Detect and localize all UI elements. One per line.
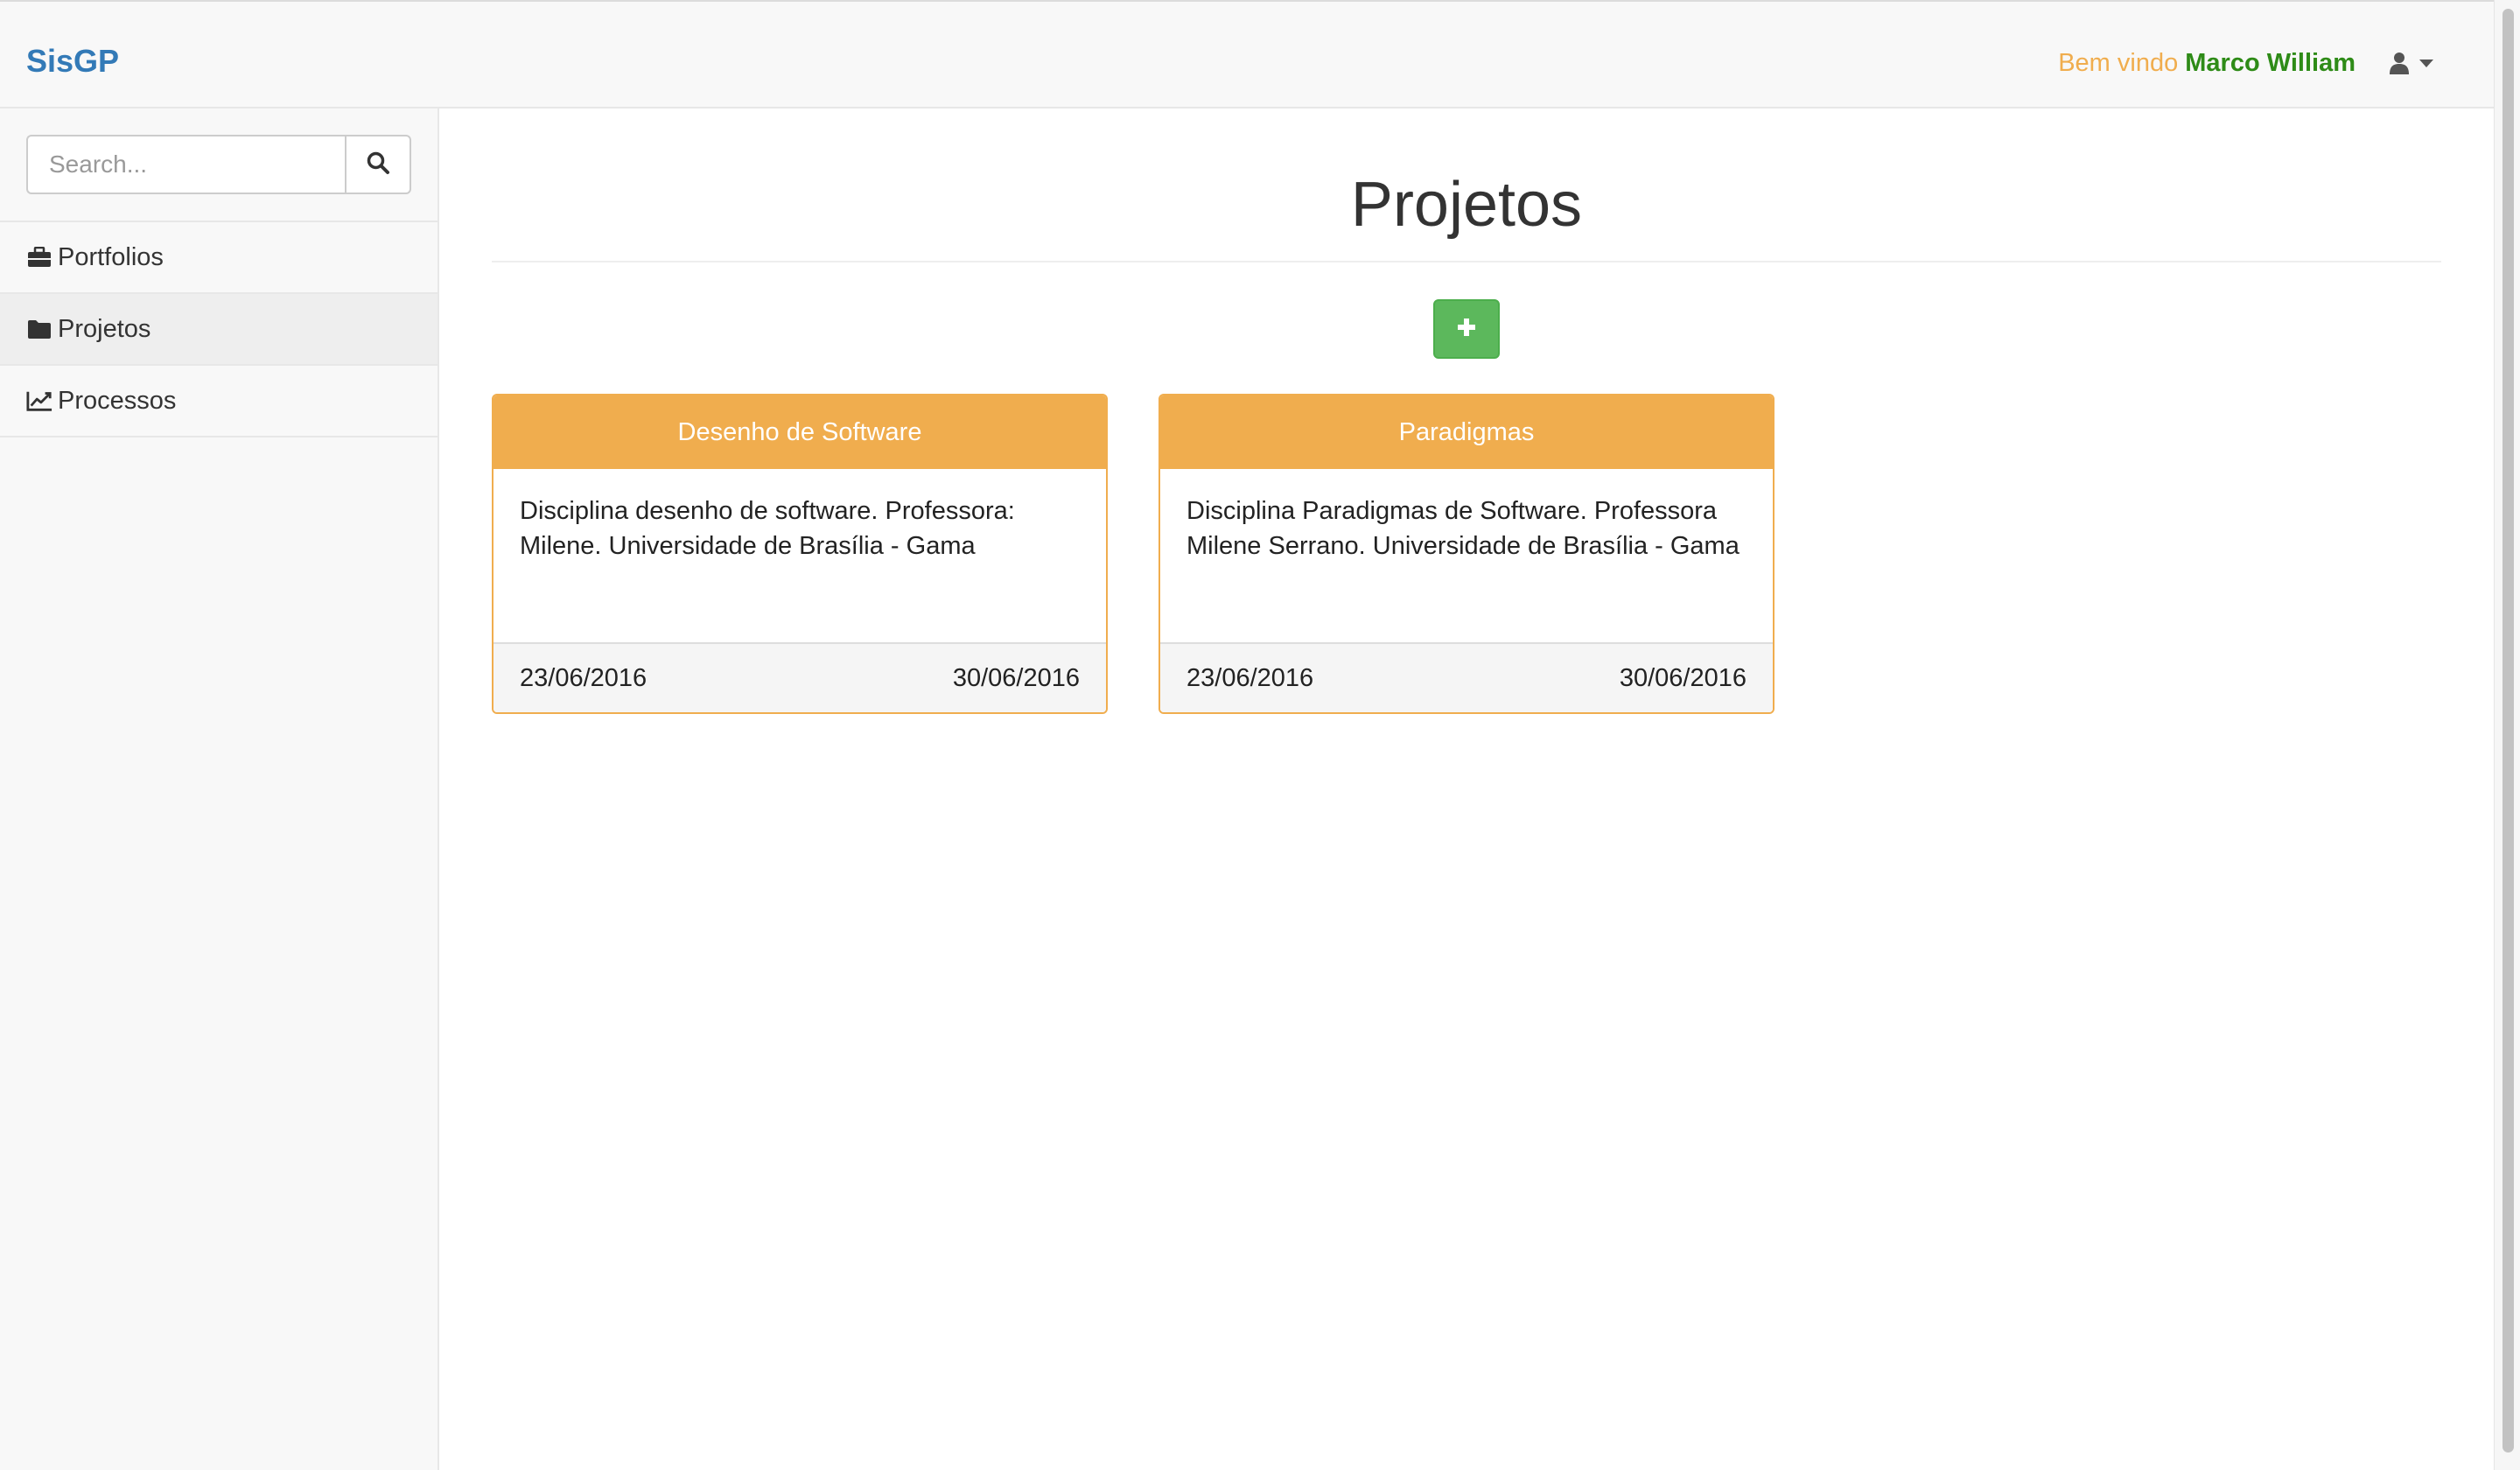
- line-chart-icon: [26, 388, 52, 414]
- sidebar: Portfolios Projetos Processos: [0, 108, 439, 1470]
- add-project-button[interactable]: [1433, 299, 1500, 359]
- caret-down-icon: [2418, 57, 2434, 73]
- plus-icon: [1456, 317, 1477, 342]
- page-title: Projetos: [1350, 170, 1583, 240]
- top-navbar: SisGP Bem vindo Marco William: [0, 0, 2494, 108]
- sidebar-item-projetos[interactable]: Projetos: [0, 294, 438, 366]
- sidebar-item-label: Portfolios: [58, 242, 164, 271]
- project-card-title: Desenho de Software: [494, 396, 1106, 469]
- project-card[interactable]: Paradigmas Disciplina Paradigmas de Soft…: [1158, 394, 1774, 714]
- welcome-text: Bem vindo: [2058, 49, 2179, 77]
- sidebar-item-label: Projetos: [58, 314, 151, 343]
- project-card[interactable]: Desenho de Software Disciplina desenho d…: [492, 394, 1108, 714]
- brand-link[interactable]: SisGP: [26, 44, 119, 79]
- search-input[interactable]: [26, 135, 345, 194]
- project-card-title: Paradigmas: [1160, 396, 1773, 469]
- sidebar-item-processos[interactable]: Processos: [0, 366, 438, 438]
- project-end-date: 30/06/2016: [1619, 663, 1746, 692]
- sidebar-item-portfolios[interactable]: Portfolios: [0, 222, 438, 294]
- briefcase-icon: [26, 244, 52, 270]
- user-menu-dropdown[interactable]: [2389, 47, 2441, 82]
- project-start-date: 23/06/2016: [520, 663, 648, 692]
- title-divider: [492, 261, 2441, 262]
- search-icon: [366, 150, 390, 179]
- project-card-description: Disciplina Paradigmas de Software. Profe…: [1186, 497, 1740, 560]
- folder-icon: [26, 316, 52, 342]
- sidebar-item-label: Processos: [58, 386, 177, 415]
- user-name: Marco William: [2185, 49, 2356, 77]
- project-card-description: Disciplina desenho de software. Professo…: [520, 497, 1015, 560]
- search-button[interactable]: [345, 135, 411, 194]
- project-card-footer: 23/06/2016 30/06/2016: [494, 642, 1106, 712]
- user-icon: [2389, 52, 2410, 79]
- project-start-date: 23/06/2016: [1186, 663, 1314, 692]
- scrollbar-thumb[interactable]: [2502, 9, 2514, 1452]
- project-card-footer: 23/06/2016 30/06/2016: [1160, 642, 1773, 712]
- vertical-scrollbar[interactable]: [2494, 0, 2520, 1470]
- main-content: Projetos Desenho de Software Disciplina …: [439, 108, 2494, 1470]
- project-end-date: 30/06/2016: [952, 663, 1080, 692]
- sidebar-search: [0, 108, 438, 222]
- welcome-message: Bem vindo Marco William: [2058, 47, 2356, 79]
